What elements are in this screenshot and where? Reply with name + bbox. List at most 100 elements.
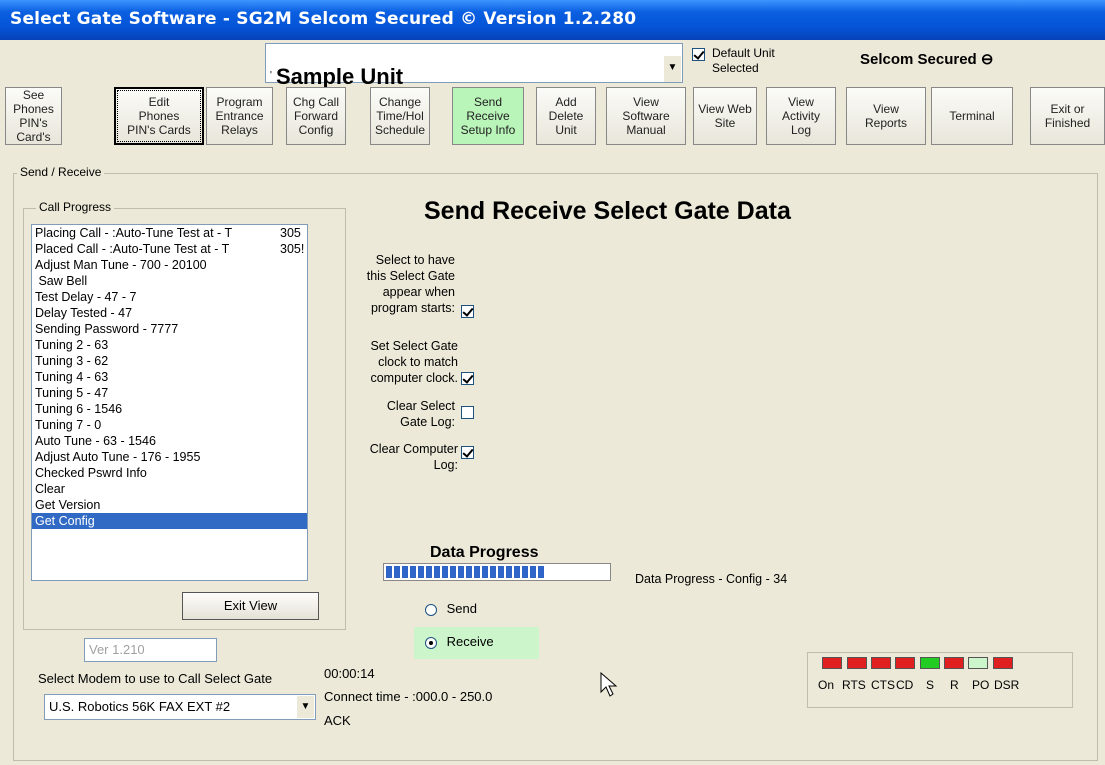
list-item[interactable]: Tuning 7 - 0	[32, 417, 307, 433]
list-item[interactable]: Sending Password - 7777	[32, 321, 307, 337]
chevron-down-icon[interactable]: ▼	[297, 696, 314, 718]
terminal-button[interactable]: Terminal	[931, 87, 1013, 145]
list-item-text: Tuning 4 - 63	[35, 370, 109, 384]
brand-label: Selcom Secured ⊖	[860, 51, 994, 68]
list-item-number: 305!	[280, 242, 305, 256]
signal-label: R	[950, 678, 959, 692]
receive-radio[interactable]	[425, 636, 437, 649]
send-receive-label: Send / Receive	[17, 165, 105, 179]
signal-label: PO	[972, 678, 990, 692]
list-item[interactable]: Clear	[32, 481, 307, 497]
list-item-text: Checked Pswrd Info	[35, 466, 147, 480]
add-delete-button[interactable]: Add Delete Unit	[536, 87, 596, 145]
list-item[interactable]: Test Delay - 47 - 7	[32, 289, 307, 305]
signal-led-s	[920, 657, 940, 669]
list-item[interactable]: Tuning 5 - 47	[32, 385, 307, 401]
connect-time: Connect time - :000.0 - 250.0	[324, 689, 493, 704]
exit-button[interactable]: Exit or Finished	[1030, 87, 1105, 145]
signal-led-rts	[847, 657, 867, 669]
send-radio-label: Send	[446, 601, 477, 616]
list-item[interactable]: Tuning 4 - 63	[32, 369, 307, 385]
see-phones-button[interactable]: See Phones PIN's Card's	[5, 87, 62, 145]
clear-gate-log-label: Clear Select Gate Log:	[386, 399, 455, 429]
signal-led-cd	[895, 657, 915, 669]
call-progress-list[interactable]: Placing Call - :Auto-Tune Test at - T 305…	[31, 224, 308, 581]
list-item-text: Auto Tune - 63 - 1546	[35, 434, 156, 448]
activity-log-button[interactable]: View Activity Log	[766, 87, 836, 145]
unit-select[interactable]: ' Sample Unit ▼	[265, 43, 683, 89]
data-progress-fill	[386, 566, 546, 578]
reports-button[interactable]: View Reports	[846, 87, 926, 145]
list-item-number: 305	[280, 226, 301, 240]
send-radio-option[interactable]: Send	[425, 601, 477, 616]
mouse-cursor-icon	[600, 672, 618, 697]
list-item-text: Placing Call - :Auto-Tune Test at - T	[35, 226, 233, 240]
version-field: Ver 1.210	[84, 638, 217, 662]
exit-view-button[interactable]: Exit View	[182, 592, 319, 620]
send-receive-button[interactable]: Send Receive Setup Info	[452, 87, 524, 145]
list-item-text: Get Version	[35, 498, 101, 512]
list-item-text: Tuning 5 - 47	[35, 386, 109, 400]
list-item-text: Adjust Auto Tune - 176 - 1955	[35, 450, 201, 464]
call-progress-label: Call Progress	[36, 200, 115, 214]
modem-select-value: U.S. Robotics 56K FAX EXT #2	[49, 699, 231, 714]
data-progress-status: Data Progress - Config - 34	[635, 572, 788, 586]
signal-led-r	[944, 657, 964, 669]
list-item[interactable]: Get Version	[32, 497, 307, 513]
chg-call-forward-button[interactable]: Chg Call Forward Config	[286, 87, 346, 145]
list-item[interactable]: Delay Tested - 47	[32, 305, 307, 321]
list-item-text: Test Delay - 47 - 7	[35, 290, 137, 304]
appear-on-start-label: Select to have this Select Gate appear w…	[366, 253, 455, 315]
list-item[interactable]: Adjust Man Tune - 700 - 20100	[32, 257, 307, 273]
window-title: Select Gate Software - SG2M Selcom Secur…	[0, 0, 1105, 40]
change-schedule-button[interactable]: Change Time/Hol Schedule	[370, 87, 430, 145]
software-manual-button[interactable]: View Software Manual	[606, 87, 686, 145]
signal-led-po	[968, 657, 988, 669]
receive-radio-option[interactable]: Receive	[414, 627, 539, 659]
default-unit-checkbox[interactable]	[692, 48, 705, 61]
sync-clock-checkbox[interactable]	[461, 372, 474, 385]
list-item-text: Tuning 7 - 0	[35, 418, 102, 432]
list-item-text: Sending Password - 7777	[35, 322, 179, 336]
program-relays-button[interactable]: Program Entrance Relays	[206, 87, 273, 145]
list-item[interactable]: Placing Call - :Auto-Tune Test at - T 305	[32, 225, 307, 241]
caret-mark: '	[270, 70, 272, 81]
list-item-text: Tuning 6 - 1546	[35, 402, 123, 416]
page-title: Send Receive Select Gate Data	[424, 197, 791, 225]
list-item[interactable]: Placed Call - :Auto-Tune Test at - T 305!	[32, 241, 307, 257]
signal-label: CD	[896, 678, 914, 692]
list-item-text: Adjust Man Tune - 700 - 20100	[35, 258, 207, 272]
modem-select[interactable]: U.S. Robotics 56K FAX EXT #2 ▼	[44, 694, 316, 720]
list-item[interactable]: Get Config	[32, 513, 307, 529]
list-item-text: Tuning 3 - 62	[35, 354, 109, 368]
signal-label: CTS	[871, 678, 895, 692]
signal-label: On	[818, 678, 835, 692]
list-item-text: Clear	[35, 482, 65, 496]
sync-clock-label: Set Select Gate clock to match computer …	[370, 339, 458, 385]
list-item[interactable]: Saw Bell	[32, 273, 307, 289]
list-item[interactable]: Tuning 6 - 1546	[32, 401, 307, 417]
clear-gate-log-checkbox[interactable]	[461, 406, 474, 419]
signal-label: DSR	[994, 678, 1020, 692]
clear-computer-log-label: Clear Computer Log:	[369, 442, 458, 472]
signal-led-on	[822, 657, 842, 669]
call-timer: 00:00:14	[324, 666, 375, 681]
list-item[interactable]: Tuning 3 - 62	[32, 353, 307, 369]
default-unit-label: Default Unit Selected	[712, 46, 775, 75]
chevron-down-icon[interactable]: ▼	[664, 56, 681, 82]
list-item[interactable]: Auto Tune - 63 - 1546	[32, 433, 307, 449]
signal-led-dsr	[993, 657, 1013, 669]
clear-computer-log-checkbox[interactable]	[461, 446, 474, 459]
list-item[interactable]: Checked Pswrd Info	[32, 465, 307, 481]
appear-on-start-checkbox[interactable]	[461, 305, 474, 318]
list-item-text: Delay Tested - 47	[35, 306, 133, 320]
data-progress-bar	[383, 563, 611, 581]
signal-label: RTS	[842, 678, 866, 692]
send-radio[interactable]	[425, 603, 437, 616]
web-site-button[interactable]: View Web Site	[693, 87, 757, 145]
signal-label: S	[926, 678, 935, 692]
list-item[interactable]: Tuning 2 - 63	[32, 337, 307, 353]
signal-led-cts	[871, 657, 891, 669]
edit-phones-button[interactable]: Edit Phones PIN's Cards	[114, 87, 204, 145]
list-item[interactable]: Adjust Auto Tune - 176 - 1955	[32, 449, 307, 465]
